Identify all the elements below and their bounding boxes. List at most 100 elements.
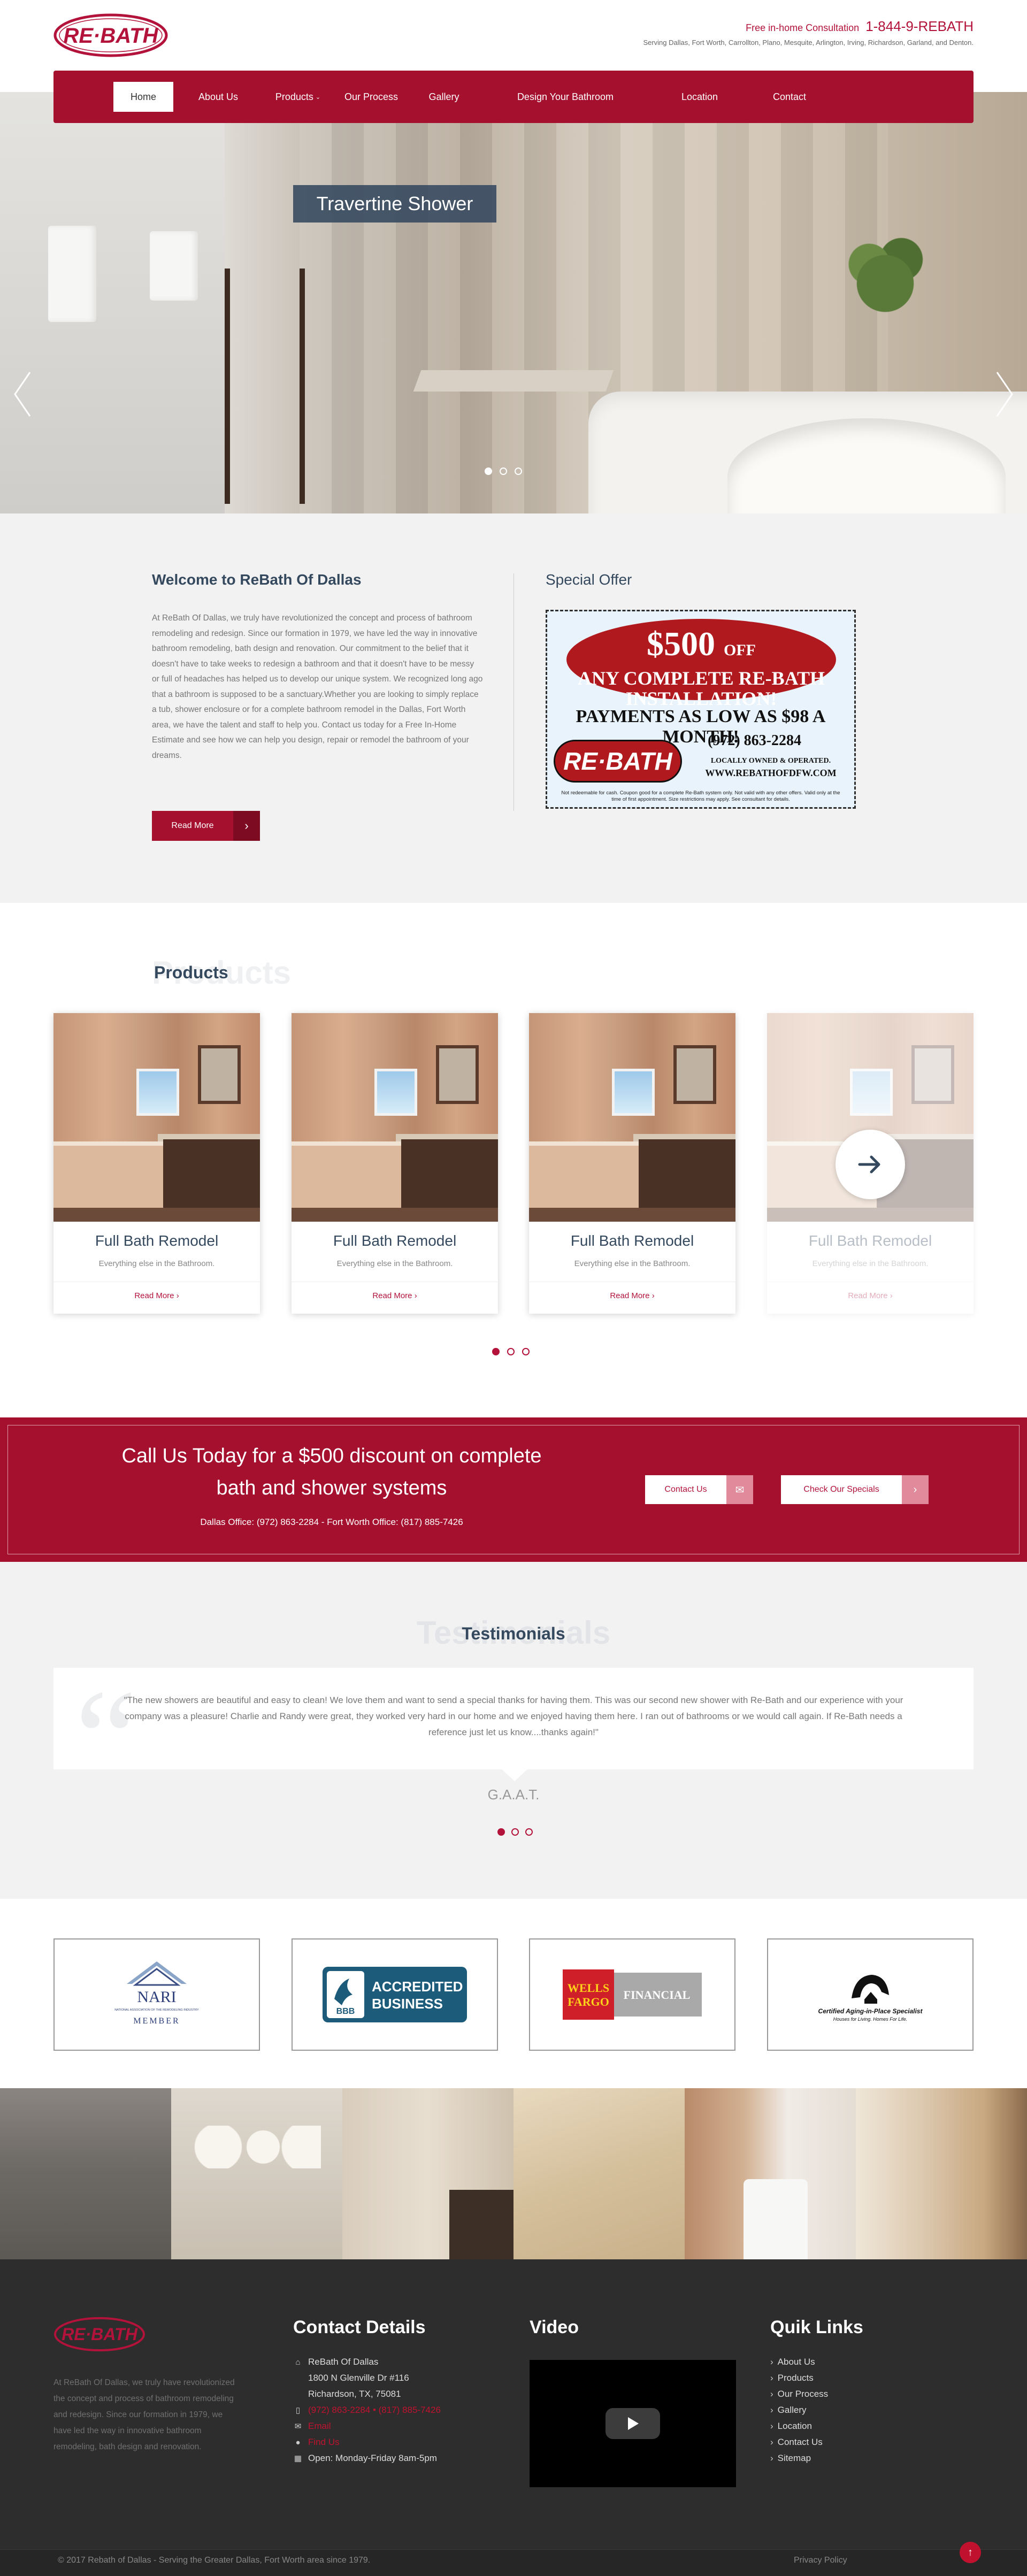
- contact-us-button[interactable]: Contact Us ✉: [645, 1475, 753, 1504]
- coupon-phone: (972) 863-2284: [708, 732, 801, 749]
- footer-phones[interactable]: ▯ (972) 863-2284 • (817) 885-7426: [293, 2405, 441, 2416]
- hero-dot[interactable]: [485, 467, 492, 475]
- partner-caps[interactable]: Certified Aging-in-Place Specialist Hous…: [767, 1938, 974, 2051]
- footer-hours-text: Open: Monday-Friday 8am-5pm: [308, 2453, 437, 2463]
- carousel-dot[interactable]: [511, 1828, 519, 1836]
- nav-products[interactable]: Products ⌄: [263, 82, 333, 112]
- carousel-dot[interactable]: [497, 1828, 505, 1836]
- gallery-image[interactable]: [0, 2088, 171, 2259]
- cta-office-phones: Dallas Office: (972) 863-2284 - Fort Wor…: [200, 1517, 463, 1527]
- product-card[interactable]: Full Bath Remodel Everything else in the…: [529, 1013, 735, 1314]
- nav-gallery[interactable]: Gallery: [410, 82, 478, 112]
- arrow-right-icon: [858, 1155, 880, 1174]
- quick-link-label: Products: [777, 2373, 814, 2383]
- gallery-image[interactable]: [514, 2088, 685, 2259]
- special-offer-coupon[interactable]: $500 OFF ANY COMPLETE RE-BATH INSTALLATI…: [546, 610, 856, 809]
- quick-link-our-process[interactable]: › Our Process: [770, 2389, 828, 2399]
- gallery-image[interactable]: [685, 2088, 856, 2259]
- nav-about-us[interactable]: About Us: [173, 82, 263, 112]
- chevron-right-icon: ›: [770, 2357, 773, 2367]
- chevron-right-icon: ›: [770, 2453, 773, 2463]
- hero-next-arrow[interactable]: [994, 370, 1015, 418]
- quick-link-location[interactable]: › Location: [770, 2421, 812, 2432]
- product-card[interactable]: Full Bath Remodel Everything else in the…: [292, 1013, 498, 1314]
- nav-our-process[interactable]: Our Process: [333, 82, 410, 112]
- nav-design-your-bathroom[interactable]: Design Your Bathroom: [478, 82, 653, 112]
- product-read-more-link[interactable]: Read More ›: [767, 1291, 974, 1300]
- product-read-more-link[interactable]: Read More ›: [529, 1291, 735, 1300]
- calendar-icon: ▦: [294, 2454, 302, 2463]
- partner-bbb[interactable]: BBB ACCREDITED BUSINESS: [292, 1938, 498, 2051]
- welcome-read-more-button[interactable]: Read More ›: [152, 811, 260, 841]
- main-nav: Home About Us Products ⌄ Our Process Gall…: [53, 71, 974, 123]
- hero-dot[interactable]: [515, 467, 522, 475]
- welcome-title: Welcome to ReBath Of Dallas: [152, 571, 362, 588]
- testimonial-text: "The new showers are beautiful and easy …: [124, 1695, 903, 1737]
- coupon-fine-print: Not redeemable for cash. Coupon good for…: [561, 790, 840, 802]
- product-name: Full Bath Remodel: [808, 1232, 932, 1249]
- play-button[interactable]: [606, 2408, 660, 2439]
- arrow-up-icon: ↑: [968, 2546, 973, 2558]
- chevron-right-icon: [996, 372, 1013, 417]
- privacy-policy-link[interactable]: Privacy Policy: [794, 2556, 847, 2565]
- read-more-label: Read More: [134, 1291, 174, 1300]
- quick-link-sitemap[interactable]: › Sitemap: [770, 2453, 811, 2464]
- envelope-icon: ✉: [294, 2422, 302, 2431]
- product-card[interactable]: Full Bath Remodel Everything else in the…: [53, 1013, 260, 1314]
- chevron-right-icon: ›: [652, 1291, 655, 1300]
- welcome-text: At ReBath Of Dallas, we truly have revol…: [152, 614, 483, 760]
- check-specials-button[interactable]: Check Our Specials ›: [781, 1475, 929, 1504]
- rebath-logo[interactable]: RE·BATH: [53, 13, 168, 58]
- mobile-icon: ▯: [295, 2406, 301, 2415]
- footer-logo[interactable]: RE·BATH: [53, 2316, 145, 2352]
- partner-nari[interactable]: NARI NATIONAL ASSOCIATION OF THE REMODEL…: [53, 1938, 260, 2051]
- wells-fargo-logo: WELLS FARGO FINANCIAL: [563, 1969, 702, 2020]
- hero-towel: [48, 226, 96, 322]
- product-desc: Everything else in the Bathroom.: [98, 1259, 215, 1268]
- quick-link-label: Gallery: [777, 2405, 807, 2415]
- quick-link-label: About Us: [777, 2357, 815, 2367]
- coupon-url: WWW.REBATHOFDFW.COM: [705, 768, 837, 778]
- svg-text:FARGO: FARGO: [568, 1995, 609, 2008]
- chevron-right-icon: ›: [770, 2373, 773, 2383]
- hero-plant: [845, 226, 925, 322]
- hero-dot[interactable]: [500, 467, 507, 475]
- quick-link-about-us[interactable]: › About Us: [770, 2357, 815, 2367]
- nari-logo: NARI NATIONAL ASSOCIATION OF THE REMODEL…: [114, 1961, 199, 2026]
- nav-location[interactable]: Location: [653, 82, 747, 112]
- quick-link-contact-us[interactable]: › Contact Us: [770, 2437, 823, 2448]
- header-phone-link[interactable]: 1-844-9-REBATH: [865, 18, 974, 35]
- carousel-dot[interactable]: [492, 1348, 500, 1355]
- product-read-more-link[interactable]: Read More ›: [53, 1291, 260, 1300]
- footer-email-link[interactable]: ✉ Email: [293, 2421, 331, 2432]
- carousel-dot[interactable]: [525, 1828, 533, 1836]
- nav-contact[interactable]: Contact: [747, 82, 832, 112]
- back-to-top-button[interactable]: ↑: [960, 2542, 981, 2563]
- read-more-label: Read More: [848, 1291, 888, 1300]
- quick-link-gallery[interactable]: › Gallery: [770, 2405, 807, 2416]
- cta-heading-line1: Call Us Today for a $500 discount on com…: [121, 1445, 542, 1467]
- nav-home[interactable]: Home: [113, 82, 173, 112]
- carousel-dot[interactable]: [507, 1348, 515, 1355]
- gallery-image[interactable]: [856, 2088, 1027, 2259]
- svg-text:RE·BATH: RE·BATH: [62, 2325, 138, 2344]
- quick-link-products[interactable]: › Products: [770, 2373, 814, 2383]
- quick-link-label: Location: [777, 2421, 812, 2431]
- products-pagination: [492, 1348, 530, 1355]
- hero-prev-arrow[interactable]: [12, 370, 33, 418]
- products-next-button[interactable]: [836, 1130, 905, 1199]
- video-heading: Video: [530, 2317, 579, 2337]
- gallery-strip: [0, 2088, 1027, 2259]
- footer-map-link[interactable]: ● Find Us: [293, 2437, 339, 2448]
- carousel-dot[interactable]: [522, 1348, 530, 1355]
- play-icon: [628, 2417, 639, 2430]
- hero-towel: [150, 231, 198, 301]
- gallery-image[interactable]: [342, 2088, 514, 2259]
- product-read-more-link[interactable]: Read More ›: [292, 1291, 498, 1300]
- hero-wall-left: [0, 92, 225, 513]
- products-title: Products: [154, 963, 228, 982]
- partner-wells-fargo[interactable]: WELLS FARGO FINANCIAL: [529, 1938, 735, 2051]
- svg-text:MEMBER: MEMBER: [133, 2017, 180, 2026]
- gallery-image[interactable]: [171, 2088, 342, 2259]
- read-more-label: Read More: [372, 1291, 412, 1300]
